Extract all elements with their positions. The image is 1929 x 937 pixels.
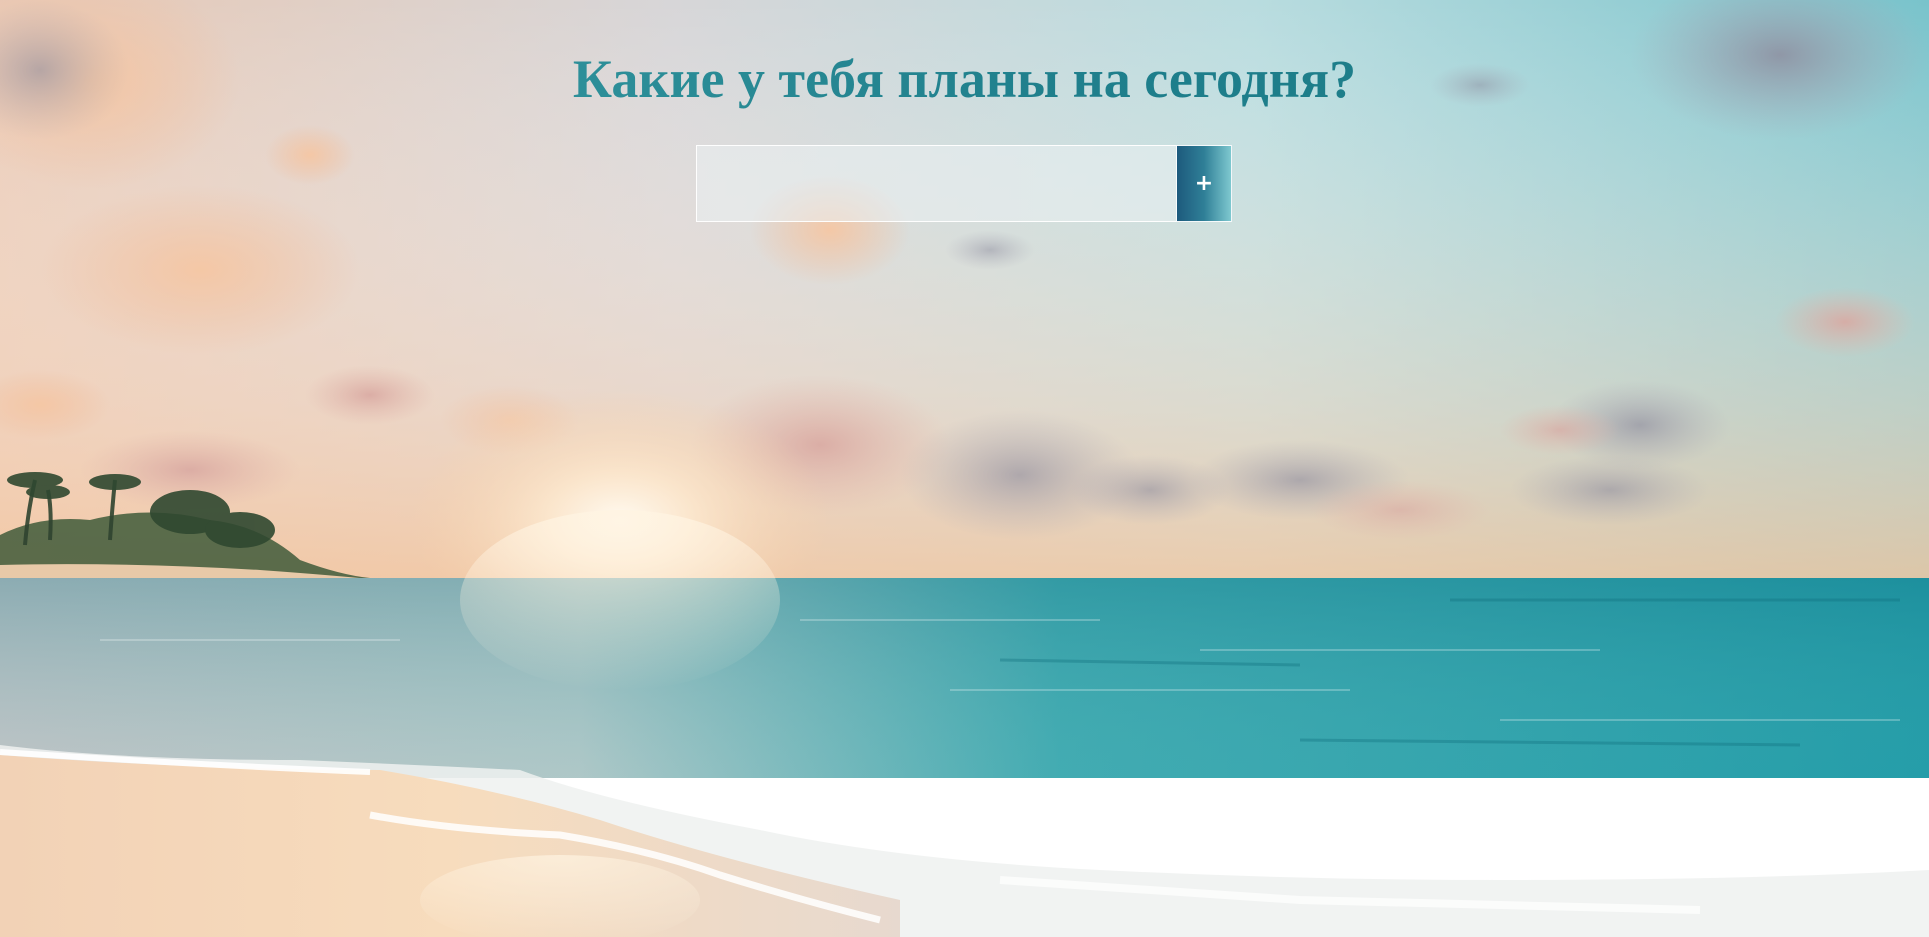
todo-form: + (696, 145, 1232, 222)
beach-sunset-background (0, 0, 1929, 937)
add-todo-button[interactable]: + (1176, 145, 1232, 222)
page-title: Какие у тебя планы на сегодня? (0, 44, 1929, 114)
todo-input[interactable] (696, 145, 1176, 222)
